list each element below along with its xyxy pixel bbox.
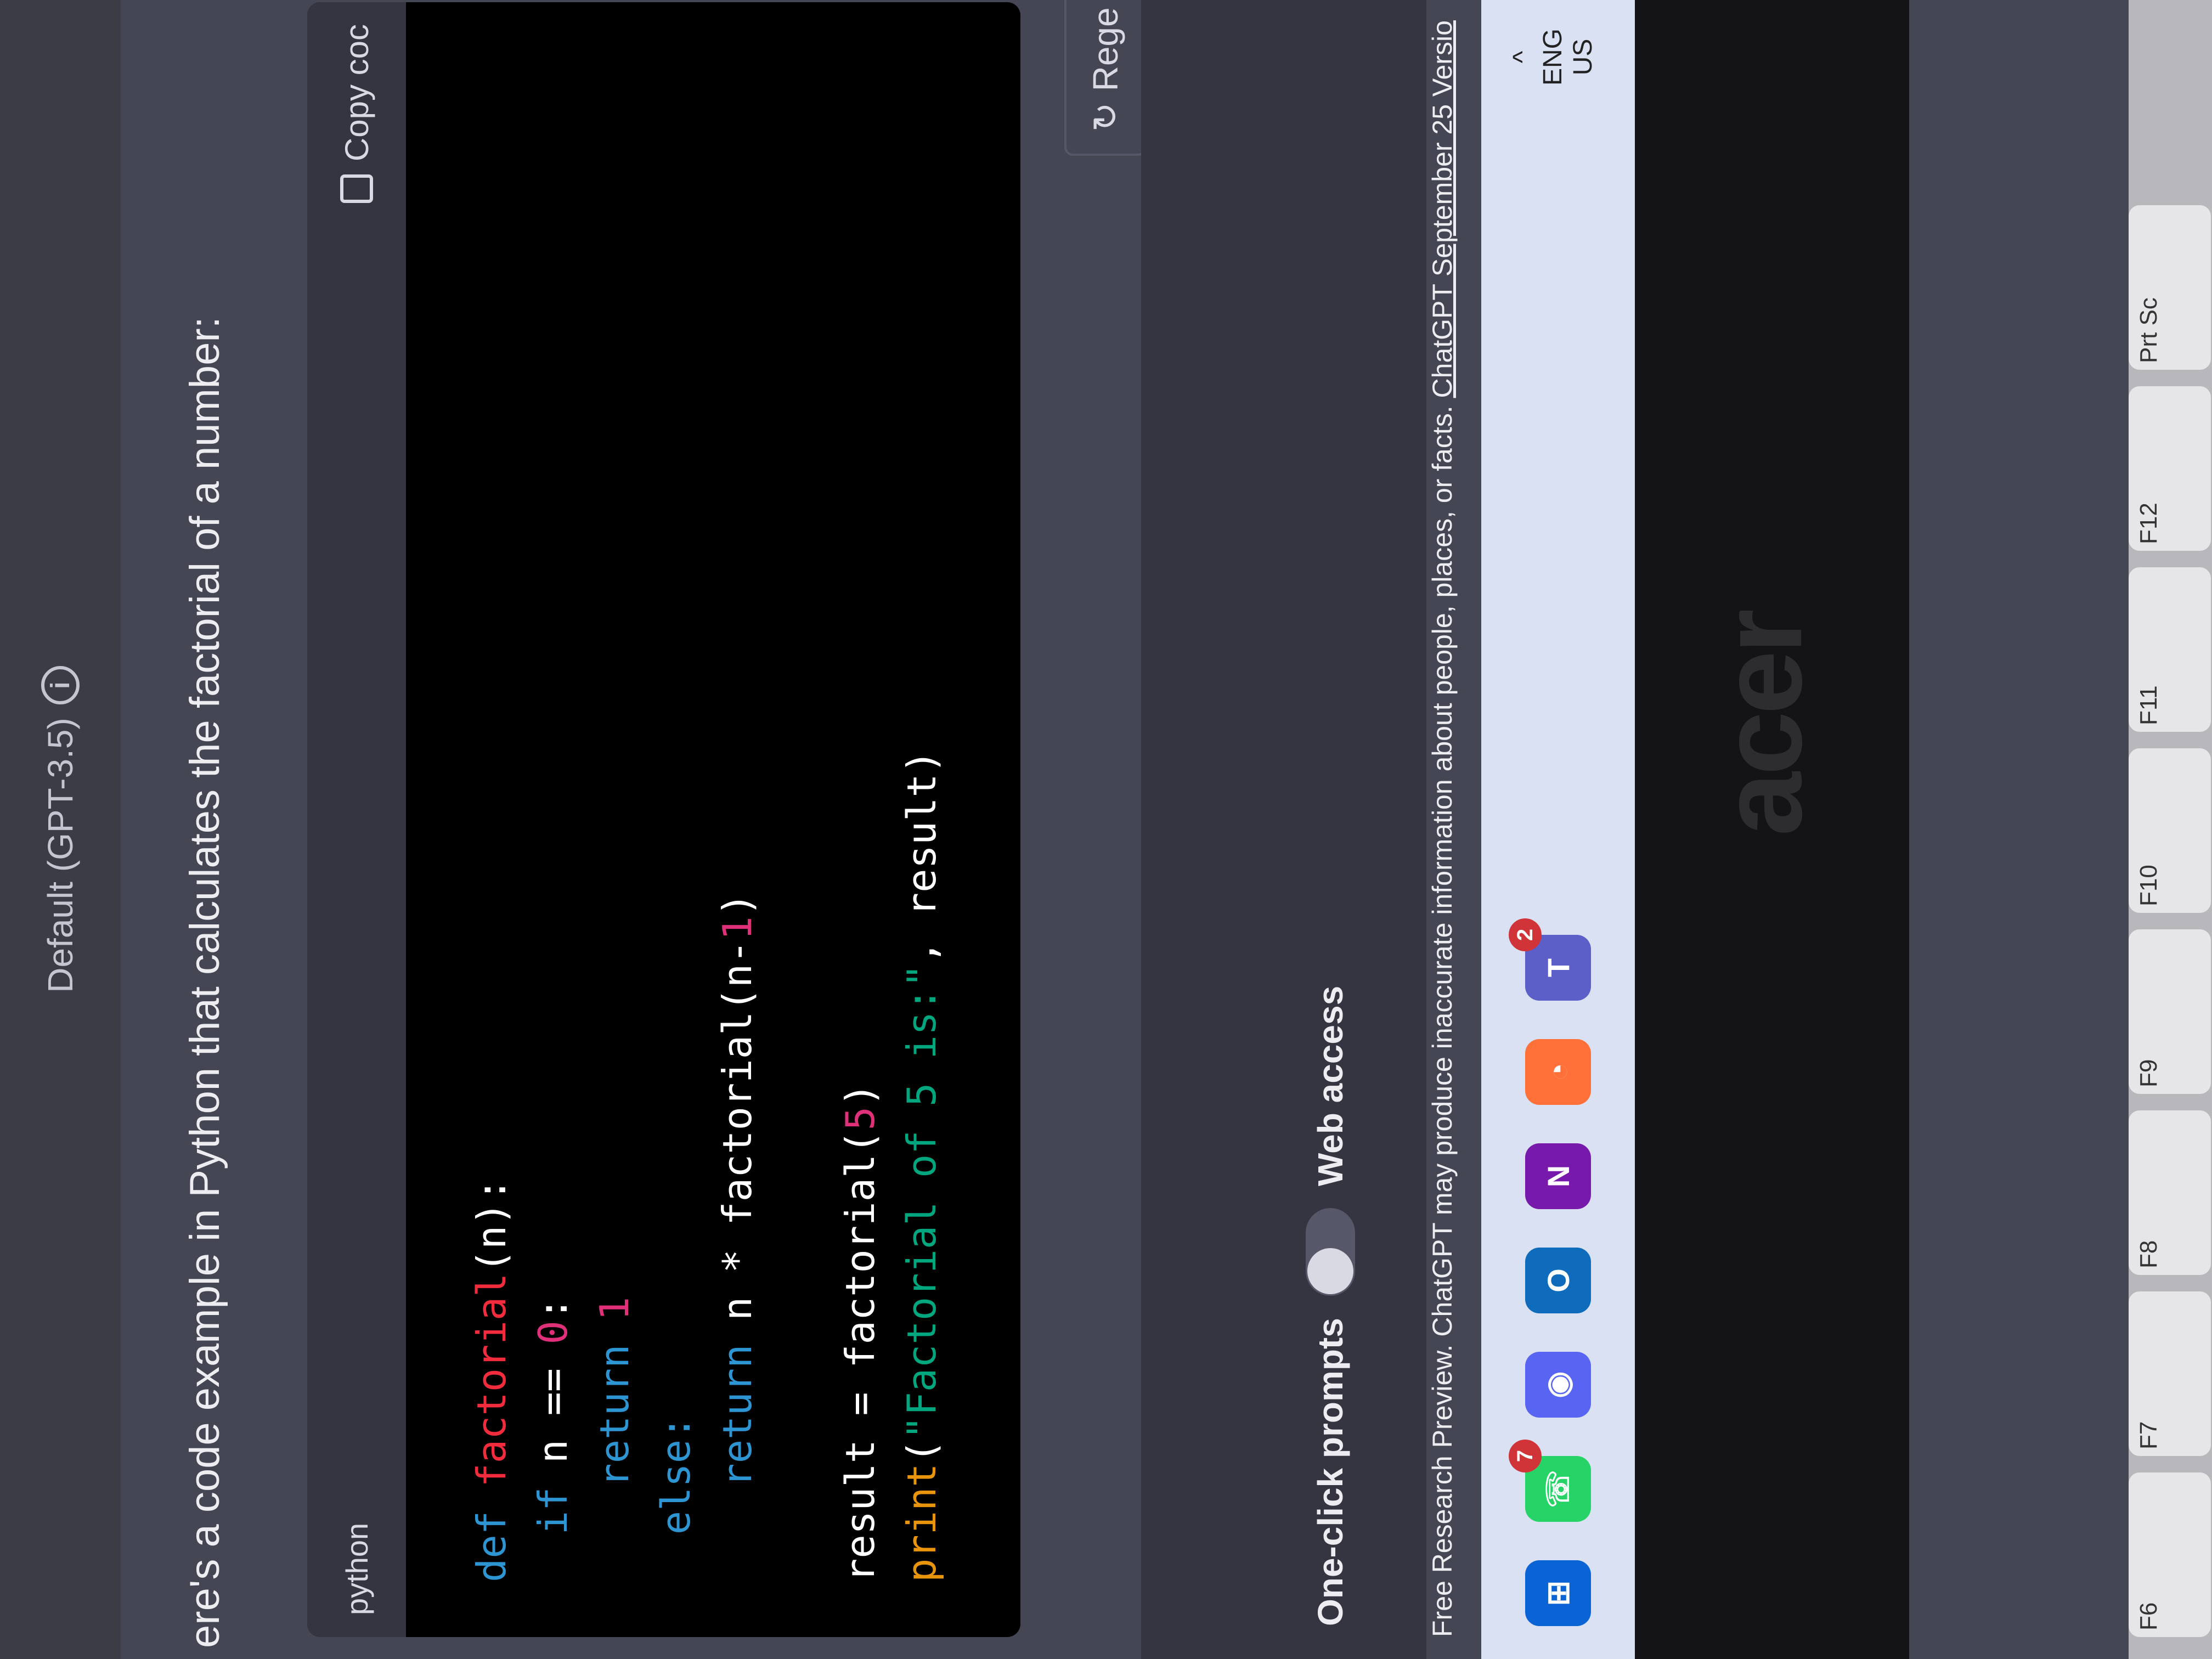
code-token: n == — [530, 1344, 576, 1487]
function-key: F8 — [2129, 1110, 2211, 1275]
disclaimer-body: Free Research Preview. ChatGPT may produ… — [1427, 398, 1458, 1637]
system-tray[interactable]: ^ ENG US — [1498, 2, 1607, 112]
taskbar-app-glyph: ◉ — [1541, 1371, 1575, 1398]
browser-icon[interactable]: ◔ — [1525, 1039, 1591, 1105]
assistant-intro-text: ere's a code example in Python that calc… — [182, 317, 228, 1648]
code-token: n * — [714, 1225, 760, 1345]
regenerate-button[interactable]: ↻ Rege — [1064, 0, 1147, 156]
taskbar: ⊞ ☏ 7 ◉ O N ◔ T 2 — [1481, 0, 1635, 1659]
region-indicator: US — [1568, 38, 1598, 76]
taskbar-app-glyph: ◔ — [1541, 1063, 1576, 1081]
whatsapp-icon[interactable]: ☏ 7 — [1509, 1440, 1591, 1522]
start-icon[interactable]: ⊞ — [1525, 1560, 1591, 1626]
version-link[interactable]: ChatGPT September 25 Versio — [1427, 20, 1458, 398]
refresh-icon: ↻ — [1085, 102, 1125, 132]
function-key: F7 — [2129, 1291, 2211, 1456]
code-token: 1 — [714, 916, 760, 940]
code-token: 5 — [837, 1107, 883, 1131]
tray-chevron-icon[interactable]: ^ — [1508, 51, 1538, 64]
function-key: Prt Sc — [2129, 205, 2211, 370]
code-token: factorial — [837, 1154, 883, 1368]
function-key: F10 — [2129, 748, 2211, 913]
copy-code-button[interactable]: Copy coc — [338, 24, 376, 204]
disclaimer-text: Free Research Preview. ChatGPT may produ… — [1426, 0, 1458, 1637]
web-access-label[interactable]: Web access — [1310, 986, 1351, 1186]
screen: Default (GPT-3.5) i ere's a code example… — [0, 0, 2212, 1659]
taskbar-app-glyph: O — [1541, 1268, 1576, 1293]
code-token: if — [530, 1487, 576, 1535]
function-key: F11 — [2129, 567, 2211, 732]
code-token: ( — [899, 1439, 945, 1464]
keyboard-function-row: F6 F7 F8 F9 F10 F11 F12 Prt Sc — [2129, 0, 2212, 1659]
language-indicator[interactable]: ENG — [1538, 29, 1568, 86]
code-token: else: — [653, 1415, 699, 1535]
code-token: def — [469, 1510, 515, 1582]
code-token: (n): — [469, 1178, 515, 1273]
function-key: F9 — [2129, 929, 2211, 1094]
model-bar: Default (GPT-3.5) i — [0, 0, 121, 1659]
taskbar-app-glyph: ⊞ — [1541, 1580, 1575, 1606]
code-token: result = — [837, 1368, 883, 1582]
taskbar-app-glyph: N — [1541, 1165, 1576, 1188]
function-key: F12 — [2129, 386, 2211, 551]
code-token: 0 — [530, 1321, 576, 1345]
function-key: F6 — [2129, 1472, 2211, 1637]
prompt-toggles: One-click prompts Web access — [1306, 986, 1355, 1626]
web-access-toggle[interactable] — [1306, 1208, 1355, 1296]
code-token: : — [530, 1296, 576, 1321]
code-content: def factorial(n): if n == 0: return 1 el… — [406, 2, 952, 1637]
input-area — [1141, 0, 1426, 1659]
model-label[interactable]: Default (GPT-3.5) — [40, 718, 81, 993]
notification-badge: 2 — [1509, 918, 1542, 951]
code-block: python Copy coc def factorial(n): if n =… — [307, 2, 1020, 1637]
code-token: ( — [837, 1130, 883, 1154]
teams-icon[interactable]: T2 — [1509, 918, 1591, 1001]
toggle-knob — [1307, 1248, 1353, 1295]
code-token: , result) — [899, 749, 945, 964]
code-header: python Copy coc — [307, 2, 406, 1637]
code-token: 1 — [591, 1296, 637, 1321]
code-token: ) — [837, 1082, 883, 1107]
regenerate-label: Rege — [1086, 7, 1125, 92]
code-token: factorial — [469, 1273, 515, 1487]
onenote-icon[interactable]: N — [1525, 1143, 1591, 1209]
laptop-brand-logo: acer — [1697, 612, 1826, 836]
code-token: ) — [714, 892, 760, 917]
one-click-prompts-label[interactable]: One-click prompts — [1310, 1318, 1351, 1626]
code-token: return — [591, 1344, 637, 1487]
code-token: return — [714, 1344, 760, 1487]
notification-badge: 7 — [1509, 1440, 1542, 1472]
code-token: factorial — [714, 1011, 760, 1226]
discord-icon[interactable]: ◉ — [1525, 1352, 1591, 1418]
clipboard-icon — [340, 174, 373, 204]
code-language-label: python — [339, 1522, 374, 1615]
copy-code-label: Copy coc — [338, 24, 375, 162]
taskbar-app-glyph: ☏ — [1541, 1469, 1575, 1509]
code-token: (n- — [714, 940, 760, 1012]
taskbar-app-glyph: T — [1541, 958, 1576, 978]
code-token: "Factorial of 5 is:" — [899, 963, 945, 1440]
outlook-icon[interactable]: O — [1525, 1248, 1591, 1313]
code-token: print — [899, 1463, 945, 1582]
info-icon[interactable]: i — [41, 666, 80, 705]
